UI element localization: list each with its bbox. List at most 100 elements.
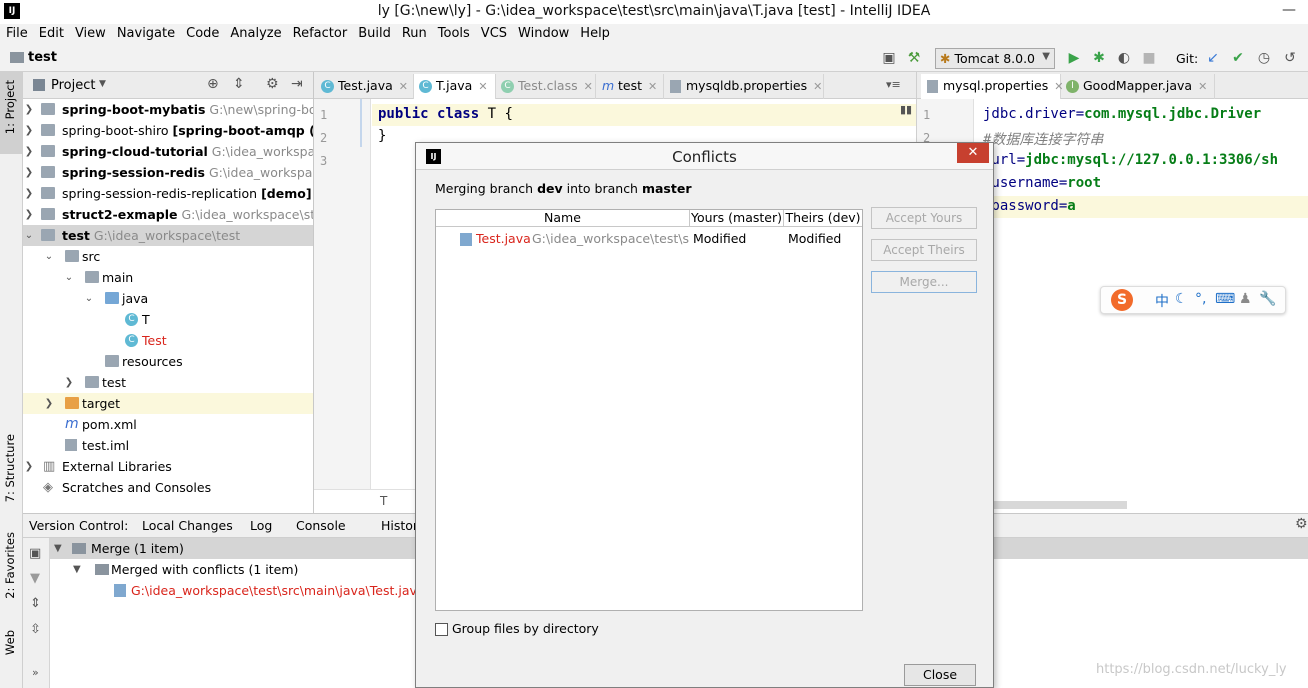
stripe-favorites-button[interactable]: 2: Favorites [3,532,17,599]
menu-tools[interactable]: Tools [432,24,475,41]
ime-language[interactable]: 中 [1155,291,1169,311]
gear-icon[interactable]: ⚙ [1295,516,1308,532]
stripe-project-button[interactable]: 1: Project [3,80,17,134]
tab-mysqldb-properties[interactable]: mysqldb.properties ✕ [664,74,824,99]
menu-navigate[interactable]: Navigate [111,24,180,41]
tab-log[interactable]: Log [250,518,272,533]
run-config-select[interactable]: ✱ Tomcat 8.0.0 ▼ [935,48,1055,69]
coverage-icon[interactable]: ◐ [1116,50,1132,66]
debug-bug-icon[interactable]: ✱ [1091,50,1107,66]
tab-mysql-properties[interactable]: mysql.properties ✕ [921,74,1063,99]
tree-item-class-Test[interactable]: C Test [23,330,313,351]
column-header-theirs[interactable]: Theirs (dev) [784,210,862,227]
layout-icon[interactable]: ▣ [881,50,897,66]
run-icon[interactable]: ▶ [1066,50,1082,66]
menu-window[interactable]: Window [512,24,574,41]
stripe-structure-button[interactable]: 7: Structure [3,434,17,502]
column-header-name[interactable]: Name [436,210,690,227]
menu-edit[interactable]: Edit [33,24,69,41]
history-clock-icon[interactable]: ◷ [1256,50,1272,66]
tree-item-spring-session-redis[interactable]: ❯ spring-session-redis G:\idea_workspace… [23,162,313,183]
revert-icon[interactable]: ↺ [1282,50,1298,66]
tab-test-java[interactable]: C Test.java ✕ [316,74,414,99]
tab-console[interactable]: Console [296,518,346,533]
tab-local-changes[interactable]: Local Changes [142,518,233,533]
sogou-s-icon[interactable]: S [1111,289,1133,311]
close-icon[interactable]: ✕ [813,80,822,93]
collapse-all-icon[interactable]: ⇕ [233,76,245,92]
wrench-icon[interactable]: 🔧 [1259,291,1276,307]
keyboard-icon[interactable]: ⌨ [1215,291,1235,307]
more-actions-icon[interactable]: » [32,666,39,679]
menu-help[interactable]: Help [574,24,615,41]
minimize-button[interactable]: — [1282,2,1296,18]
menu-run[interactable]: Run [396,24,432,41]
tree-item-src[interactable]: ⌄ src [23,246,313,267]
breadcrumb-T[interactable]: T [380,494,387,508]
tab-t-java[interactable]: C T.java ✕ [414,74,496,99]
menu-code[interactable]: Code [180,24,224,41]
tree-item-struct2-exmaple[interactable]: ❯ struct2-exmaple G:\idea_workspace\stru… [23,204,313,225]
tree-item-test-module[interactable]: ⌄ test G:\idea_workspace\test [23,225,313,246]
group-by-directory-label[interactable]: Group files by directory [452,621,599,636]
menu-file[interactable]: File [0,24,33,41]
tree-item-java[interactable]: ⌄ java [23,288,313,309]
tree-item-target[interactable]: ❯ target [23,393,313,414]
column-header-yours[interactable]: Yours (master) [690,210,784,227]
close-icon[interactable]: ✕ [648,80,657,93]
menu-analyze[interactable]: Analyze [224,24,286,41]
collapse-all-icon[interactable]: ⇳ [30,622,41,637]
group-by-icon[interactable]: ▣ [29,546,41,561]
tree-item-test-folder[interactable]: ❯ test [23,372,313,393]
expand-all-icon[interactable]: ⇕ [30,596,41,611]
locate-target-icon[interactable]: ⊕ [207,76,219,92]
tab-test-maven[interactable]: m test ✕ [596,74,664,99]
line-number: 1 [923,108,931,122]
conflicts-table[interactable]: Name Yours (master) Theirs (dev) Test.ja… [435,209,863,611]
close-icon[interactable]: ✕ [478,80,487,93]
stripe-web-button[interactable]: Web [3,630,17,655]
user-icon[interactable]: ♟ [1239,291,1252,307]
tab-test-class[interactable]: C Test.class ✕ [496,74,596,99]
nav-project-name[interactable]: test [28,50,57,65]
punctuation-indicator[interactable]: °, [1195,291,1206,307]
close-icon[interactable]: ✕ [399,80,408,93]
dialog-close-x-button[interactable]: ✕ [957,143,989,163]
hide-panel-icon[interactable]: ⇥ [291,76,303,92]
moon-icon[interactable]: ☾ [1175,291,1188,307]
tree-item-spring-boot-mybatis[interactable]: ❯ spring-boot-mybatis G:\new\spring-boot… [23,99,313,120]
tree-item-test-iml[interactable]: test.iml [23,435,313,456]
git-commit-check-icon[interactable]: ✔ [1230,50,1246,66]
tree-item-external-libraries[interactable]: ❯ ▥ External Libraries [23,456,313,477]
accept-theirs-button[interactable]: Accept Theirs [871,239,977,261]
menu-build[interactable]: Build [352,24,396,41]
merge-button[interactable]: Merge... [871,271,977,293]
gear-icon[interactable]: ⚙ [266,76,279,92]
tree-item-main[interactable]: ⌄ main [23,267,313,288]
accept-yours-button[interactable]: Accept Yours [871,207,977,229]
tab-goodmapper-java[interactable]: I GoodMapper.java ✕ [1061,74,1215,99]
chevron-down-icon[interactable]: ▼ [99,79,106,89]
menu-vcs[interactable]: VCS [475,24,512,41]
tree-item-pom-xml[interactable]: m pom.xml [23,414,313,435]
close-icon[interactable]: ✕ [1198,80,1207,93]
tree-item-resources[interactable]: resources [23,351,313,372]
group-by-directory-checkbox[interactable] [435,623,448,636]
stop-icon[interactable]: ■ [1141,50,1157,66]
tree-item-scratches[interactable]: ◈ Scratches and Consoles [23,477,313,498]
project-view-title[interactable]: Project [51,78,95,93]
tab-list-dropdown-icon[interactable]: ▾≡ [886,78,901,91]
close-icon[interactable]: ✕ [584,80,593,93]
close-button[interactable]: Close [904,664,976,686]
git-update-icon[interactable]: ↙ [1205,50,1221,66]
tree-item-spring-boot-shiro[interactable]: ❯ spring-boot-shiro [spring-boot-amqp (1… [23,120,313,141]
tree-item-spring-session-redis-replication[interactable]: ❯ spring-session-redis-replication [demo… [23,183,313,204]
menu-refactor[interactable]: Refactor [287,24,353,41]
menu-view[interactable]: View [69,24,111,41]
filter-icon[interactable]: ▼ [30,571,40,586]
tab-history[interactable]: Histor [381,518,418,533]
build-hammer-icon[interactable]: ⚒ [906,50,922,66]
tree-item-spring-cloud-tutorial[interactable]: ❯ spring-cloud-tutorial G:\idea_workspac… [23,141,313,162]
tree-item-class-T[interactable]: C T [23,309,313,330]
conflict-row-name[interactable]: Test.java G:\idea_workspace\test\src [460,229,690,249]
